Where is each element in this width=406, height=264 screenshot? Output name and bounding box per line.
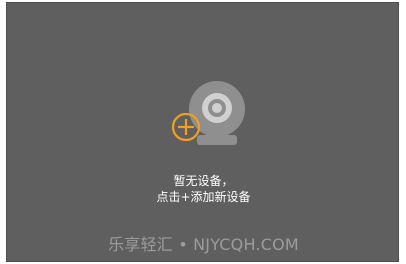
- app-window: 暂无设备， 点击+添加新设备 乐享轻汇 • NJYCQH.COM: [0, 0, 406, 264]
- empty-state-line1: 暂无设备，: [173, 174, 234, 188]
- plus-circle-icon[interactable]: [169, 75, 259, 155]
- add-device-area[interactable]: [169, 75, 259, 155]
- watermark-text: 乐享轻汇 • NJYCQH.COM: [108, 235, 299, 254]
- device-list-panel: 暂无设备， 点击+添加新设备 乐享轻汇 • NJYCQH.COM: [6, 2, 399, 262]
- empty-state-line2: 点击+添加新设备: [156, 190, 251, 204]
